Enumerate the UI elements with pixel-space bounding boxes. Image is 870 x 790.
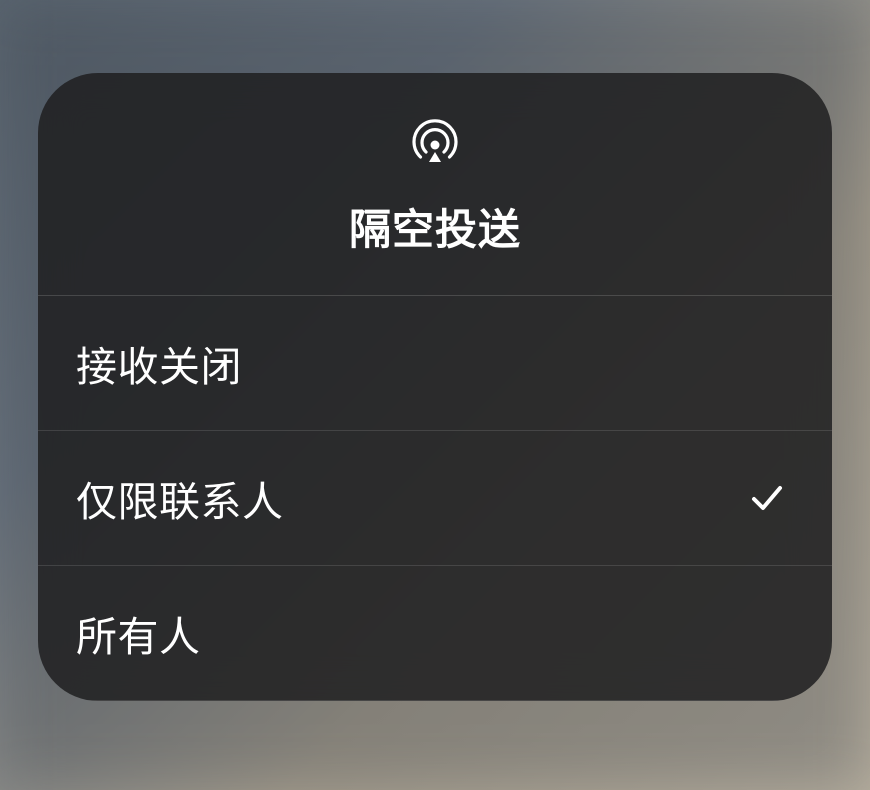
option-label: 接收关闭 xyxy=(76,333,242,393)
option-receiving-off[interactable]: 接收关闭 xyxy=(38,296,832,431)
checkmark-icon xyxy=(749,480,785,516)
options-list: 接收关闭 仅限联系人 所有人 xyxy=(38,296,832,701)
panel-header: 隔空投送 xyxy=(38,73,832,296)
airdrop-icon xyxy=(406,113,464,171)
option-everyone[interactable]: 所有人 xyxy=(38,566,832,701)
panel-title: 隔空投送 xyxy=(349,196,521,257)
option-contacts-only[interactable]: 仅限联系人 xyxy=(38,431,832,566)
option-label: 仅限联系人 xyxy=(76,468,284,528)
option-label: 所有人 xyxy=(76,603,201,663)
airdrop-settings-panel: 隔空投送 接收关闭 仅限联系人 所有人 xyxy=(38,73,832,701)
